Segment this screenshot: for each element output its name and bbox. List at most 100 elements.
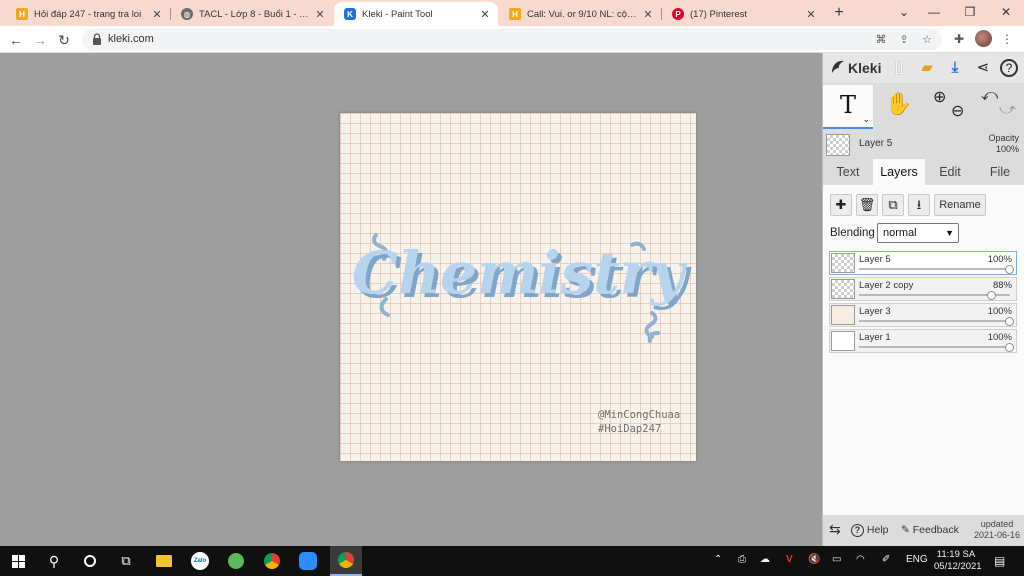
drawing-workspace[interactable]: Chemistry Chemistry @MinCongChuaa #HoiDa… [0,53,822,546]
vietkey-icon[interactable]: V [786,554,793,565]
redo-icon[interactable]: ⤻ [999,101,1016,119]
volume-icon[interactable]: 🔇 [808,554,820,565]
layer-row-layer-3[interactable]: Layer 3 100% [829,303,1017,327]
forward-arrow-icon[interactable]: → [30,30,50,50]
browser-tab-hoidap[interactable]: H Hỏi đáp 247 - trang tra loi ✕ [6,2,170,26]
close-tab-icon[interactable]: ✕ [804,8,818,21]
cloud-icon[interactable]: ☁ [760,554,770,565]
battery-icon[interactable]: ▭ [832,554,841,565]
hoidap-icon: H [509,8,521,20]
address-bar[interactable]: kleki.com ⌘ ⇪ ☆ [82,29,942,50]
system-clock[interactable]: 11:19 SA 05/12/2021 [934,549,982,573]
slider-handle[interactable] [1005,265,1014,274]
blending-select[interactable]: normal ▼ [877,223,959,243]
chrome-active-icon[interactable] [330,546,362,576]
close-tab-icon[interactable]: ✕ [313,8,327,21]
back-arrow-icon[interactable]: ← [6,30,26,50]
undo-redo-buttons[interactable]: ⤺ ⤻ [975,85,1021,129]
browser-tab-tacl[interactable]: ◍ TACL - Lớp 8 - Buổi 1 - Tháng ✕ [171,2,333,26]
close-tab-icon[interactable]: ✕ [641,8,655,21]
swap-panel-icon[interactable]: ⇆ [829,521,841,538]
cortana-icon[interactable] [74,546,106,576]
drawing-canvas[interactable]: Chemistry Chemistry @MinCongChuaa #HoiDa… [340,113,696,461]
tab-file[interactable]: File [975,159,1024,185]
task-view-icon[interactable]: ⧉ [110,546,142,576]
search-icon[interactable]: ⚲ [38,546,70,576]
reload-icon[interactable]: ↻ [54,30,74,50]
download-icon[interactable]: ⤓ [945,58,965,78]
zoom-buttons[interactable]: ⊕ ⊖ [927,85,971,129]
layer-thumbnail [831,331,855,351]
zoom-out-icon[interactable]: ⊖ [951,101,964,121]
close-window-icon[interactable]: ✕ [986,0,1024,26]
active-layer-name: Layer 5 [859,138,893,149]
artwork-text: Chemistry [352,239,689,307]
zoom-in-icon[interactable]: ⊕ [933,87,946,107]
language-indicator[interactable]: ENG [906,554,928,565]
share-icon[interactable]: ⇪ [897,33,911,47]
layer-row-layer-2-copy[interactable]: Layer 2 copy 88% [829,277,1017,301]
layer-opacity-slider[interactable] [859,317,1014,326]
browser-tab-call[interactable]: H Call: Vui. or 9/10 NL: cộng đ ✕ [499,2,661,26]
avatar[interactable] [975,30,992,47]
notification-icon[interactable]: ▤ [994,554,1005,568]
bookmark-star-icon[interactable]: ☆ [920,33,934,47]
help-icon[interactable]: ? [1000,59,1018,77]
browser-tab-pinterest[interactable]: P (17) Pinterest ✕ [662,2,824,26]
restore-icon[interactable]: ❐ [950,0,990,26]
browser-tab-kleki[interactable]: K Kleki - Paint Tool ✕ [334,2,498,26]
layer-opacity-slider[interactable] [859,291,1010,300]
layer-row-layer-1[interactable]: Layer 1 100% [829,329,1017,353]
undo-icon[interactable]: ⤺ [981,87,998,105]
slider-handle[interactable] [1005,343,1014,352]
close-tab-icon[interactable]: ✕ [478,8,492,21]
merge-down-button[interactable]: ⭳ [908,194,930,216]
hoidap-icon: H [16,8,28,20]
add-layer-button[interactable]: ✚ [830,194,852,216]
tab-title: Call: Vui. or 9/10 NL: cộng đ [527,8,637,20]
tray-overflow-icon[interactable]: ⌃ [714,554,722,565]
tab-text[interactable]: Text [823,159,873,185]
zoom-app-icon[interactable] [292,546,324,576]
wifi-icon[interactable]: ◠ [856,554,865,565]
duplicate-layer-button[interactable]: ⧉ [882,194,904,216]
windows-start-icon[interactable] [2,546,34,576]
layer-row-layer-5[interactable]: Layer 5 100% [829,251,1017,275]
browser-tab-strip: H Hỏi đáp 247 - trang tra loi ✕ ◍ TACL -… [0,0,1024,26]
feedback-button[interactable]: ✎ Feedback [901,524,959,536]
extensions-icon[interactable]: ✚ [950,30,968,48]
kleki-footer: ⇆ ? Help ✎ Feedback updated 2021-06-16 [823,516,1024,546]
new-tab-button[interactable]: + [829,3,849,23]
browser-menu-icon[interactable]: ⋮ [998,30,1016,48]
meet-now-icon[interactable]: ⎙ [738,554,746,565]
share-icon[interactable]: ⋖ [973,58,993,78]
tab-edit[interactable]: Edit [925,159,975,185]
slider-handle[interactable] [1005,317,1014,326]
help-button[interactable]: ? Help [851,524,889,537]
layer-opacity-slider[interactable] [859,265,1014,274]
zalo-icon[interactable]: Zalo [184,546,216,576]
tab-layers[interactable]: Layers [873,159,925,185]
coccoc-icon[interactable] [220,546,252,576]
layer-opacity: 100% [987,306,1012,317]
close-tab-icon[interactable]: ✕ [150,8,164,21]
rename-layer-button[interactable]: Rename [934,194,986,216]
updated-info[interactable]: updated 2021-06-16 [974,519,1020,541]
chevron-down-icon: ▼ [945,228,954,238]
chevron-down-icon: ⌄ [862,114,870,124]
chrome-icon[interactable] [256,546,288,576]
translate-icon[interactable]: ⌘ [874,33,888,47]
kleki-logo-icon [832,60,844,73]
file-explorer-icon[interactable] [148,546,180,576]
slider-handle[interactable] [986,291,996,300]
minimize-icon[interactable]: — [914,0,954,26]
hand-icon: ✋ [885,92,913,117]
layer-thumbnail [831,253,855,273]
layer-opacity-slider[interactable] [859,343,1014,352]
hand-tool-button[interactable]: ✋ [875,85,923,129]
pen-icon[interactable]: ✐ [882,554,890,565]
new-image-icon[interactable]: ▯ [889,58,909,78]
open-folder-icon[interactable]: ▰ [917,58,937,78]
delete-layer-button[interactable]: 🗑 [856,194,878,216]
text-tool-button[interactable]: T ⌄ [823,85,873,129]
